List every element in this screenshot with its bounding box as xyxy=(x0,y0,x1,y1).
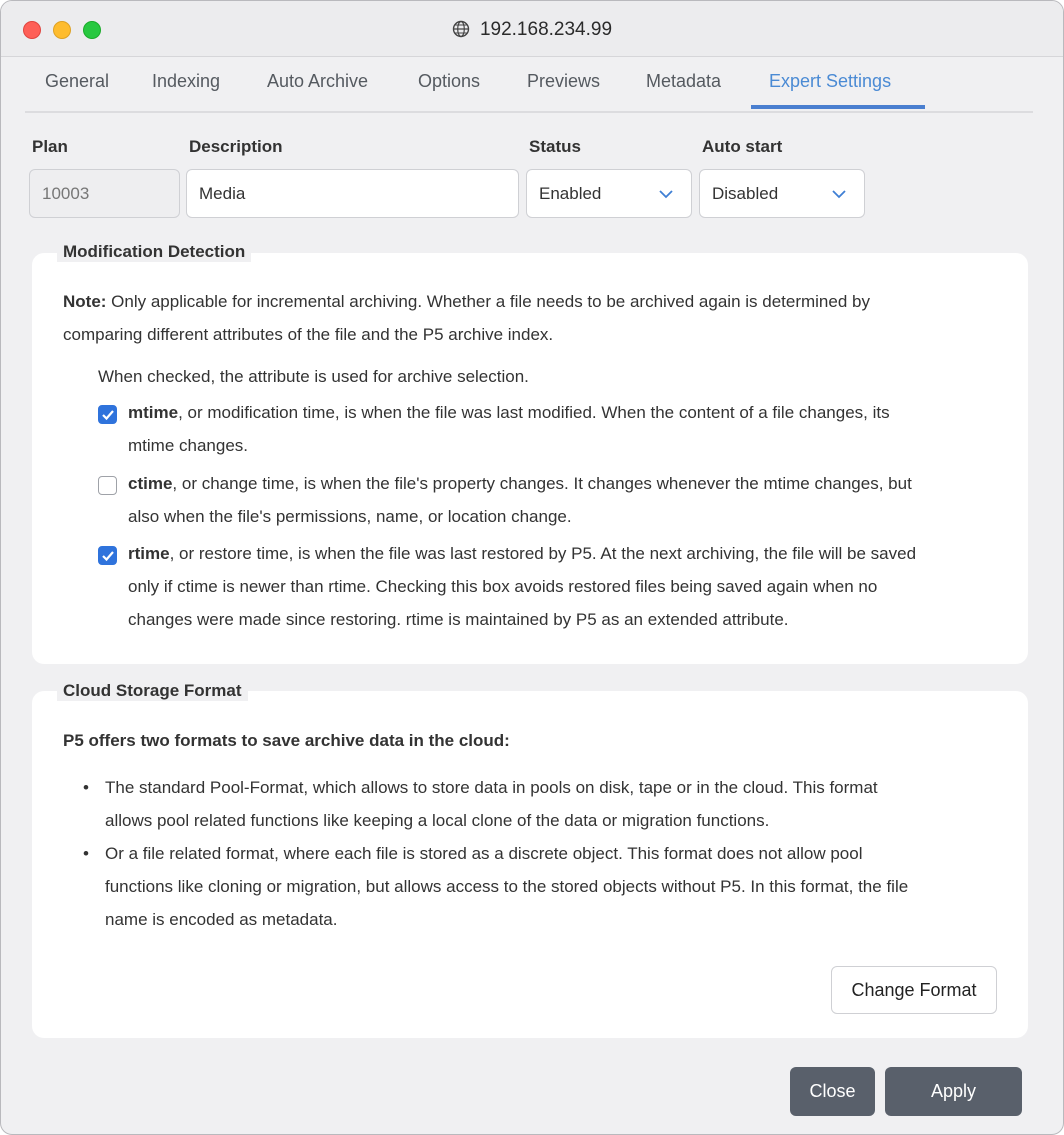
tab-expert-settings[interactable]: Expert Settings xyxy=(769,71,891,92)
mtime-term: mtime xyxy=(128,403,179,422)
tab-indexing[interactable]: Indexing xyxy=(152,71,220,92)
window-title-text: 192.168.234.99 xyxy=(479,19,613,40)
rtime-term: rtime xyxy=(128,544,170,563)
chevron-down-icon xyxy=(830,185,848,208)
tab-previews[interactable]: Previews xyxy=(527,71,600,92)
note-text: Note: Only applicable for incremental ar… xyxy=(63,285,1013,351)
tab-options[interactable]: Options xyxy=(418,71,480,92)
active-tab-indicator xyxy=(751,105,925,109)
option-line: mtime changes. xyxy=(128,436,248,455)
cloud-storage-heading: P5 offers two formats to save archive da… xyxy=(63,731,510,750)
auto-start-select[interactable]: Disabled xyxy=(699,169,865,218)
bullet-line: functions like cloning or migration, but… xyxy=(105,877,909,896)
option-line: , or modification time, is when the file… xyxy=(178,403,890,422)
cloud-storage-legend: Cloud Storage Format xyxy=(57,681,248,701)
note-line: comparing different attributes of the fi… xyxy=(63,325,554,344)
cloud-format-list: The standard Pool-Format, which allows t… xyxy=(83,771,1013,936)
note-label: Note: xyxy=(63,292,107,311)
plan-label: Plan xyxy=(32,137,68,156)
list-item: The standard Pool-Format, which allows t… xyxy=(83,771,1013,837)
intro-text: When checked, the attribute is used for … xyxy=(98,367,529,386)
option-line: , or change time, is when the file's pro… xyxy=(172,474,912,493)
note-line: Only applicable for incremental archivin… xyxy=(106,292,870,311)
mtime-description: mtime, or modification time, is when the… xyxy=(128,396,1008,462)
window-title: 192.168.234.99 xyxy=(1,19,1063,44)
option-line: only if ctime is newer than rtime. Check… xyxy=(128,577,878,596)
bullet-line: The standard Pool-Format, which allows t… xyxy=(105,778,878,797)
option-line: also when the file's permissions, name, … xyxy=(128,507,572,526)
chevron-down-icon xyxy=(657,185,675,208)
description-value: Media xyxy=(199,184,246,203)
bullet-line: allows pool related functions like keepi… xyxy=(105,811,770,830)
status-label: Status xyxy=(529,137,581,156)
ctime-description: ctime, or change time, is when the file'… xyxy=(128,467,1008,533)
tab-general[interactable]: General xyxy=(45,71,109,92)
status-select[interactable]: Enabled xyxy=(526,169,692,218)
title-bar: 192.168.234.99 xyxy=(1,1,1063,57)
plan-value: 10003 xyxy=(42,184,90,203)
ctime-checkbox[interactable] xyxy=(98,476,117,495)
tab-auto-archive[interactable]: Auto Archive xyxy=(267,71,368,92)
auto-start-value: Disabled xyxy=(712,184,779,203)
rtime-description: rtime, or restore time, is when the file… xyxy=(128,537,1018,636)
checkmark-icon xyxy=(102,551,114,562)
close-button[interactable]: Close xyxy=(790,1067,875,1116)
auto-start-label: Auto start xyxy=(702,137,783,156)
description-label: Description xyxy=(189,137,283,156)
bullet-line: Or a file related format, where each fil… xyxy=(105,844,863,863)
description-input[interactable]: Media xyxy=(186,169,519,218)
list-item: Or a file related format, where each fil… xyxy=(83,837,1013,936)
rtime-checkbox[interactable] xyxy=(98,546,117,565)
tab-metadata[interactable]: Metadata xyxy=(646,71,721,92)
plan-field: 10003 xyxy=(29,169,180,218)
bullet-line: name is encoded as metadata. xyxy=(105,910,338,929)
status-value: Enabled xyxy=(539,184,602,203)
apply-button[interactable]: Apply xyxy=(885,1067,1022,1116)
tab-bar: General Indexing Auto Archive Options Pr… xyxy=(25,57,1033,113)
globe-icon xyxy=(452,20,470,44)
mtime-checkbox[interactable] xyxy=(98,405,117,424)
modification-detection-legend: Modification Detection xyxy=(57,242,252,262)
option-line: , or restore time, is when the file was … xyxy=(169,544,917,563)
change-format-button[interactable]: Change Format xyxy=(831,966,997,1014)
checkmark-icon xyxy=(102,410,114,421)
ctime-term: ctime xyxy=(128,474,173,493)
app-window: 192.168.234.99 General Indexing Auto Arc… xyxy=(0,0,1064,1135)
option-line: changes were made since restoring. rtime… xyxy=(128,610,789,629)
